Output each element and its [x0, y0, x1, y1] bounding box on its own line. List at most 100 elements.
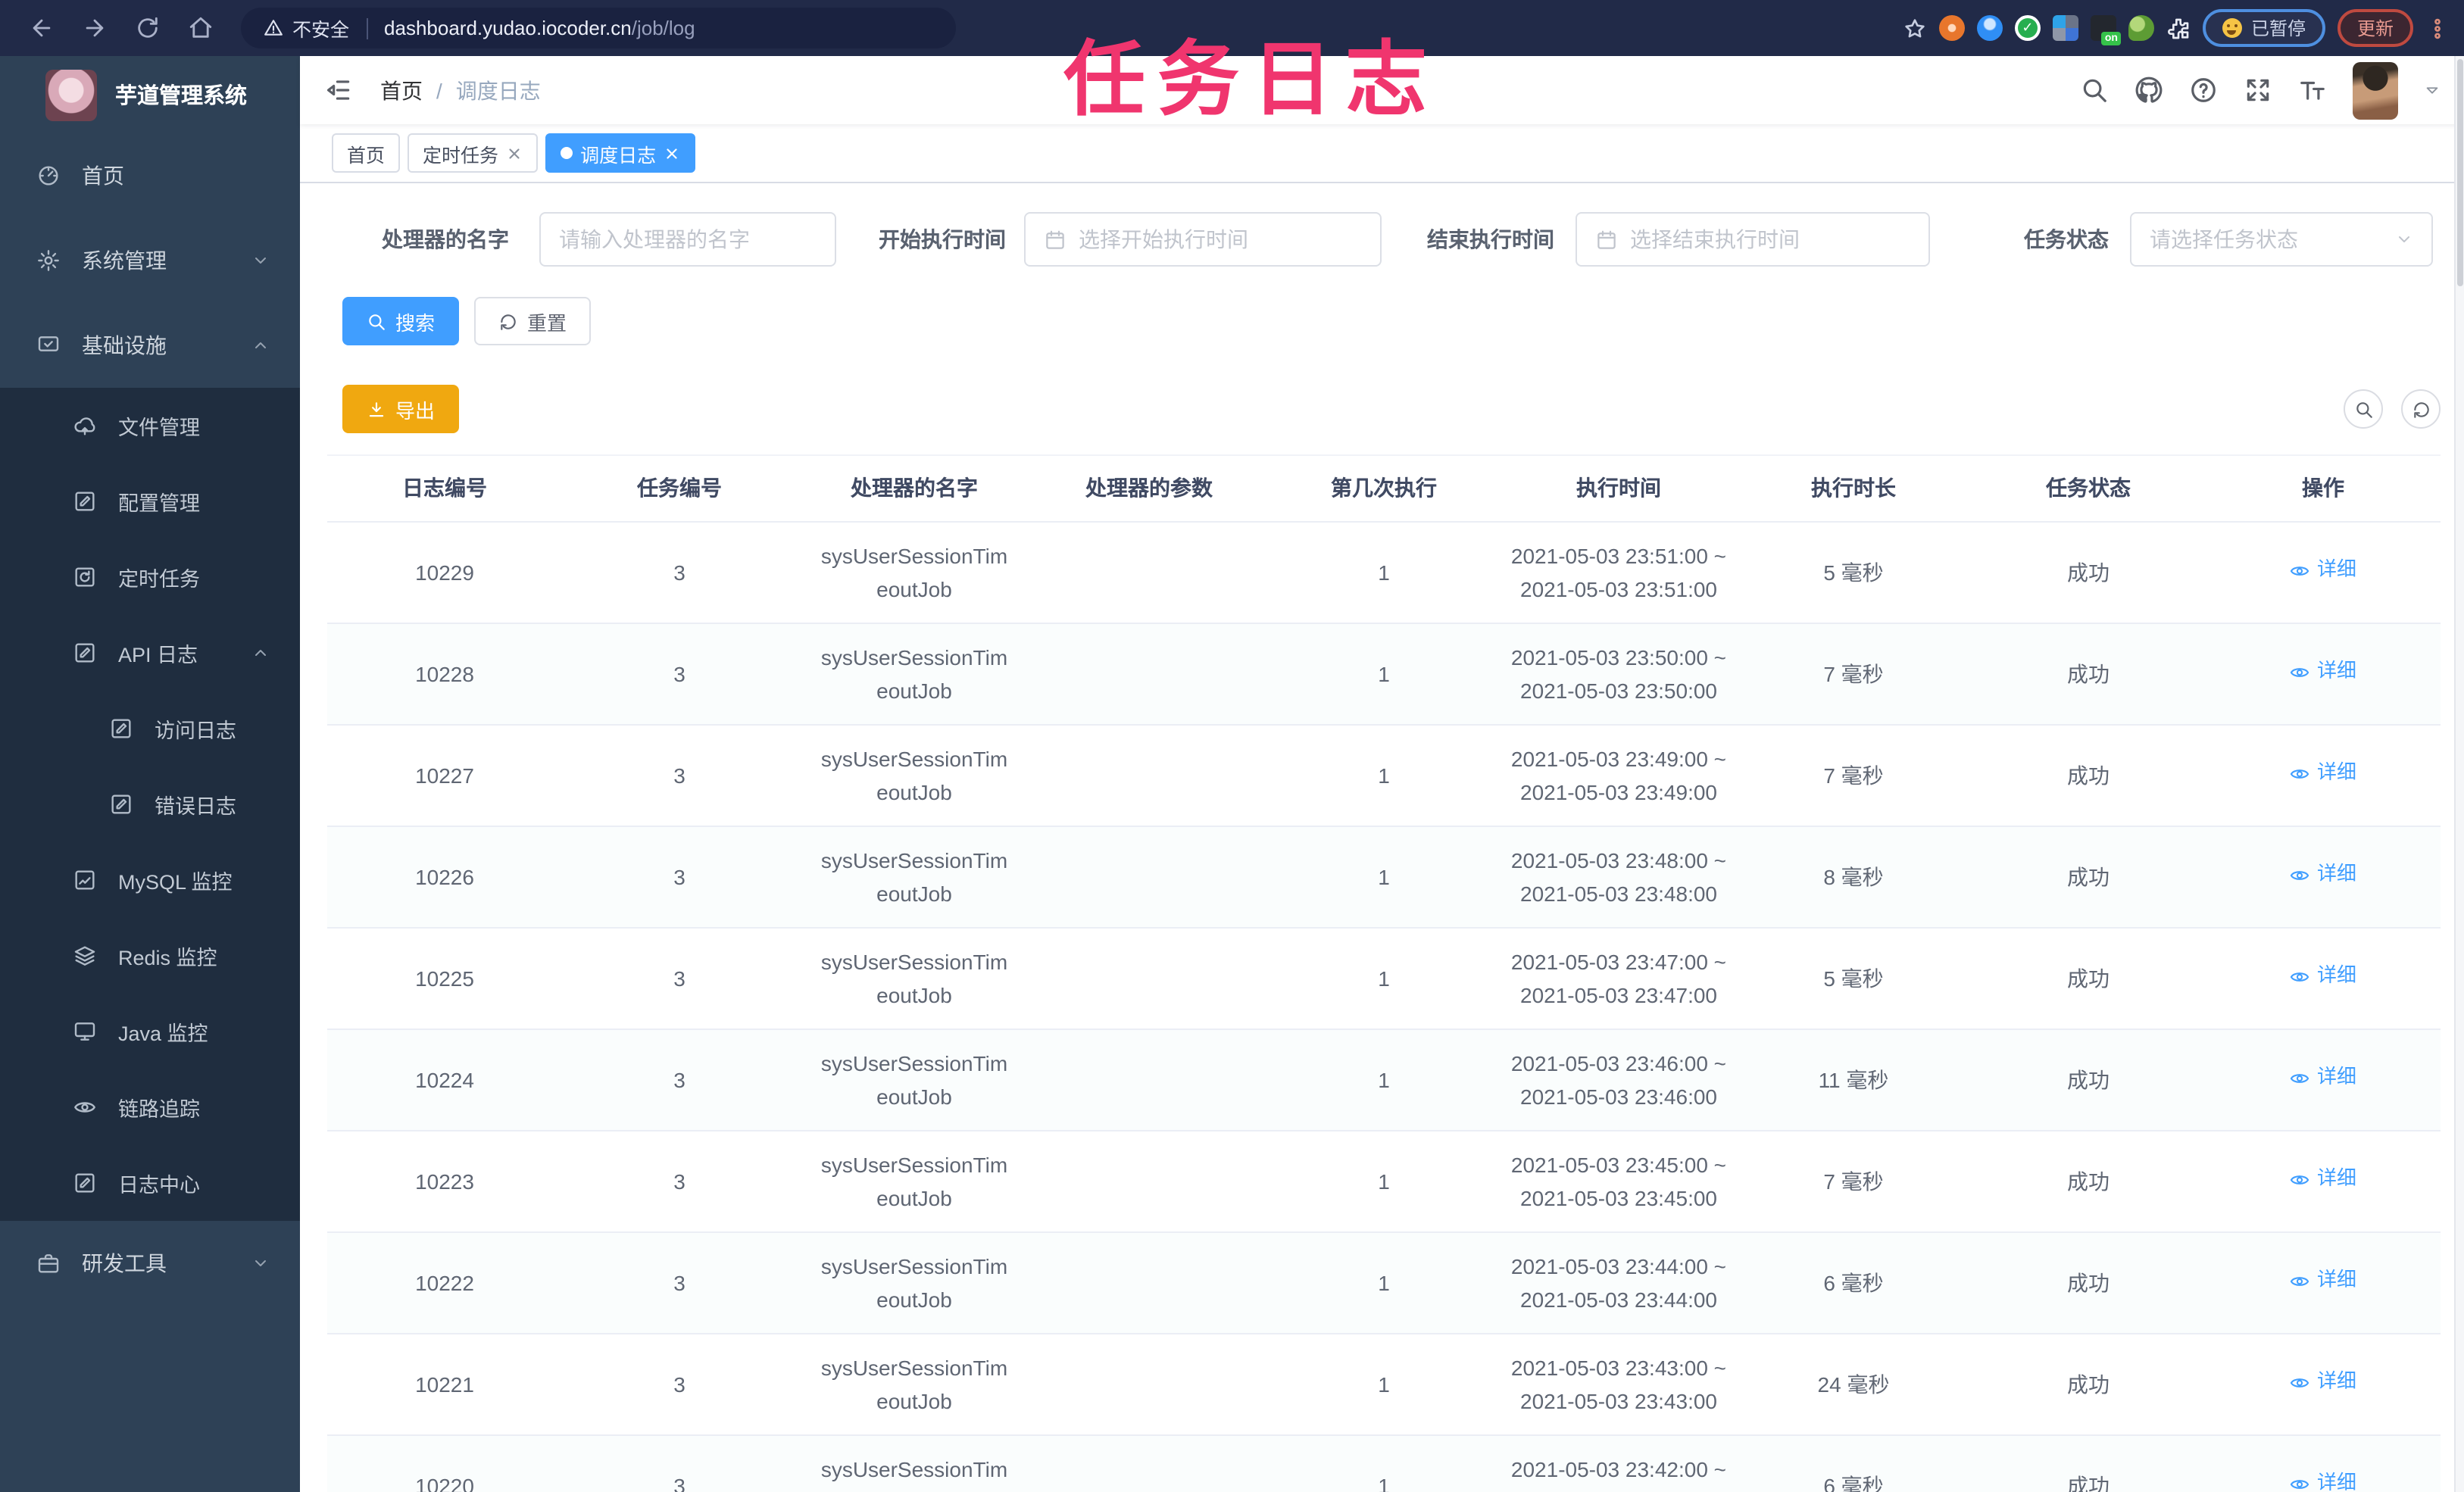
- handler-line: sysUserSessionTim: [820, 1456, 1008, 1481]
- reload-icon[interactable]: [135, 15, 161, 41]
- execute-time: 2021-05-03 23:48:00 ~ 2021-05-03 23:48:00: [1507, 843, 1730, 911]
- cell-job-id: 3: [562, 1029, 797, 1131]
- help-icon[interactable]: [2189, 76, 2218, 105]
- hamburger-icon[interactable]: [324, 76, 353, 105]
- detail-link[interactable]: 详细: [2290, 1265, 2356, 1297]
- log-edit-icon: [73, 1171, 97, 1195]
- profile-paused-pill[interactable]: 已暂停: [2202, 9, 2325, 47]
- sidebar-item-6[interactable]: API 日志: [0, 615, 300, 691]
- cell-job-id: 3: [562, 826, 797, 929]
- execute-time: 2021-05-03 23:46:00 ~ 2021-05-03 23:46:00: [1507, 1046, 1730, 1114]
- browser-menu-icon[interactable]: [2425, 16, 2450, 40]
- extension-leaf-icon[interactable]: [2128, 15, 2154, 41]
- detail-link[interactable]: 详细: [2290, 1468, 2356, 1492]
- cell-param: [1032, 1334, 1266, 1436]
- sidebar-item-2[interactable]: 基础设施: [0, 303, 300, 388]
- tag-调度日志[interactable]: 调度日志: [545, 133, 696, 173]
- avatar-caret-down-icon[interactable]: [2424, 82, 2441, 98]
- font-size-icon[interactable]: [2298, 76, 2327, 105]
- execute-time: 2021-05-03 23:47:00 ~ 2021-05-03 23:47:00: [1507, 944, 1730, 1013]
- sidebar-item-8[interactable]: 错误日志: [0, 766, 300, 842]
- detail-link[interactable]: 详细: [2290, 960, 2356, 992]
- scrollbar[interactable]: [2454, 56, 2464, 1492]
- handler-line: sysUserSessionTim: [820, 746, 1008, 771]
- sidebar-item-12[interactable]: 链路追踪: [0, 1069, 300, 1145]
- cell-count: 1: [1266, 1232, 1501, 1334]
- execute-time: 2021-05-03 23:49:00 ~ 2021-05-03 23:49:00: [1507, 741, 1730, 810]
- github-icon[interactable]: [2135, 76, 2163, 105]
- handler-line: sysUserSessionTim: [820, 1050, 1008, 1075]
- refresh-table-button[interactable]: [2401, 389, 2441, 429]
- chevron-up-icon: [251, 644, 270, 662]
- browser-update-pill[interactable]: 更新: [2337, 9, 2413, 47]
- search-button-label: 搜索: [395, 311, 436, 334]
- fullscreen-icon[interactable]: [2244, 76, 2272, 105]
- sidebar-item-14[interactable]: 研发工具: [0, 1221, 300, 1306]
- sidebar-item-7[interactable]: 访问日志: [0, 691, 300, 766]
- sidebar-item-11[interactable]: Java 监控: [0, 994, 300, 1069]
- cell-time: 2021-05-03 23:49:00 ~ 2021-05-03 23:49:00: [1501, 725, 1736, 827]
- detail-link[interactable]: 详细: [2290, 1163, 2356, 1195]
- table-row: 10224 3 sysUserSessionTim eoutJob 1 2021-05-0…: [327, 1029, 2441, 1131]
- eye-icon: [2290, 864, 2311, 885]
- cell-status: 成功: [1971, 522, 2206, 624]
- sidebar-item-10[interactable]: Redis 监控: [0, 918, 300, 994]
- cell-job-id: 3: [562, 1334, 797, 1436]
- date-input-2[interactable]: 选择结束执行时间: [1576, 212, 1930, 267]
- sidebar-item-label: 文件管理: [118, 417, 200, 439]
- detail-link[interactable]: 详细: [2290, 1062, 2356, 1094]
- handler-name-input[interactable]: [539, 212, 836, 267]
- address-bar[interactable]: 不安全 dashboard.yudao.iocoder.cn /job/log: [241, 8, 956, 48]
- log-edit-icon: [109, 792, 133, 816]
- cell-status: 成功: [1971, 1435, 2206, 1492]
- extension-blue-icon[interactable]: [1976, 15, 2003, 41]
- sidebar-item-5[interactable]: 定时任务: [0, 539, 300, 615]
- home-icon[interactable]: [188, 15, 214, 41]
- search-button[interactable]: 搜索: [342, 297, 460, 345]
- sidebar-item-4[interactable]: 配置管理: [0, 464, 300, 539]
- search-icon[interactable]: [2080, 76, 2109, 105]
- cell-log-id: 10229: [327, 522, 562, 624]
- sidebar-submenu: 文件管理配置管理 定时任务 API 日志 访问日志 错误日志 MySQL 监控 Redis …: [0, 388, 300, 1221]
- detail-link[interactable]: 详细: [2290, 757, 2356, 789]
- handler-line: eoutJob: [803, 1486, 1026, 1492]
- sidebar-item-13[interactable]: 日志中心: [0, 1145, 300, 1221]
- breadcrumb-current: 调度日志: [455, 78, 541, 102]
- cell-duration: 7 毫秒: [1736, 1131, 1971, 1233]
- extension-on-icon[interactable]: on: [2090, 15, 2121, 45]
- sidebar-item-1[interactable]: 系统管理: [0, 218, 300, 303]
- extension-orange-icon[interactable]: [1938, 15, 1965, 41]
- handler-name: sysUserSessionTim eoutJob: [803, 538, 1026, 607]
- sidebar-item-0[interactable]: 首页: [0, 133, 300, 218]
- date-input-1[interactable]: 选择开始执行时间: [1024, 212, 1382, 267]
- column-header: 执行时长: [1736, 454, 1971, 523]
- cell-param: [1032, 1435, 1266, 1492]
- handler-line: eoutJob: [876, 577, 952, 601]
- tag-首页[interactable]: 首页: [332, 133, 401, 173]
- avatar[interactable]: [2353, 61, 2398, 119]
- sidebar-item-3[interactable]: 文件管理: [0, 388, 300, 464]
- export-button[interactable]: 导出: [342, 385, 460, 433]
- extension-green-check-icon[interactable]: [2014, 15, 2041, 41]
- security-status[interactable]: 不安全: [264, 14, 349, 42]
- detail-link[interactable]: 详细: [2290, 859, 2356, 891]
- scrollbar-thumb[interactable]: [2457, 59, 2463, 286]
- breadcrumb-home[interactable]: 首页: [380, 75, 423, 105]
- bookmark-star-icon[interactable]: [1903, 16, 1927, 40]
- forward-icon[interactable]: [82, 15, 108, 41]
- reset-button[interactable]: 重置: [474, 297, 592, 345]
- tag-定时任务[interactable]: 定时任务: [408, 133, 539, 173]
- detail-link[interactable]: 详细: [2290, 554, 2356, 586]
- show-search-toggle-button[interactable]: [2344, 389, 2383, 429]
- detail-link[interactable]: 详细: [2290, 656, 2356, 688]
- time-line: 2021-05-03 23:46:00: [1520, 1085, 1717, 1109]
- detail-link[interactable]: 详细: [2290, 1366, 2356, 1398]
- sidebar-logo-row[interactable]: 芋道管理系统: [0, 56, 300, 133]
- back-icon[interactable]: [29, 15, 55, 41]
- download-icon: [367, 399, 386, 419]
- calendar-icon: [1595, 228, 1618, 251]
- status-select[interactable]: 请选择任务状态: [2130, 212, 2433, 267]
- sidebar-item-9[interactable]: MySQL 监控: [0, 842, 300, 918]
- extension-grid-icon[interactable]: [2052, 15, 2078, 41]
- extensions-puzzle-icon[interactable]: [2166, 16, 2191, 40]
